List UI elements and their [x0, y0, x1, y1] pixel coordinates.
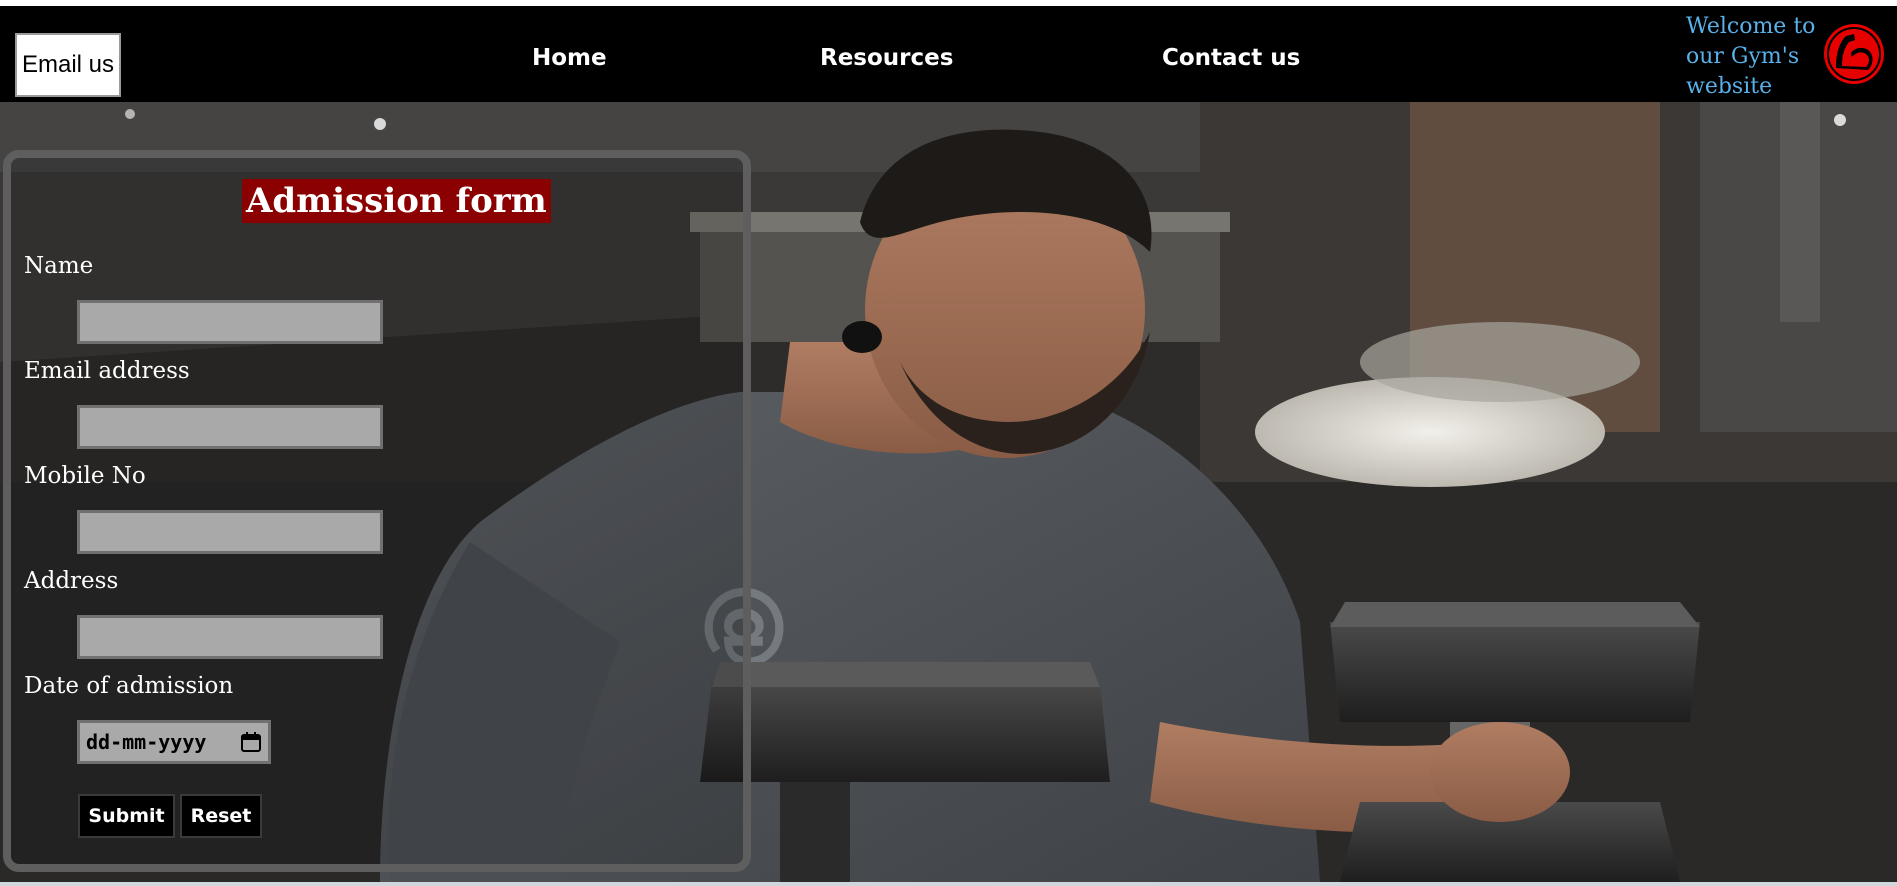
date-of-admission-input[interactable]: dd-mm-yyyy — [77, 720, 271, 764]
email-input[interactable] — [77, 405, 383, 449]
form-title: Admission form — [242, 179, 551, 223]
address-input[interactable] — [77, 615, 383, 659]
name-label: Name — [24, 253, 94, 279]
email-label: Email address — [24, 358, 190, 384]
reset-button[interactable]: Reset — [180, 794, 262, 838]
page: Email us Home Resources Contact us Welco… — [0, 0, 1897, 886]
flexed-bicep-icon — [1824, 24, 1884, 84]
address-label: Address — [24, 568, 119, 594]
top-navbar: Email us Home Resources Contact us Welco… — [0, 6, 1897, 102]
welcome-text: Welcome to our Gym's website — [1686, 14, 1816, 99]
name-input[interactable] — [77, 300, 383, 344]
page-bottom-border — [0, 882, 1897, 886]
calendar-icon[interactable] — [240, 731, 262, 753]
mobile-input[interactable] — [77, 510, 383, 554]
date-label: Date of admission — [24, 673, 234, 699]
submit-button[interactable]: Submit — [78, 794, 175, 838]
nav-home-link[interactable]: Home — [532, 42, 607, 74]
nav-resources-link[interactable]: Resources — [820, 42, 953, 74]
date-placeholder: dd-mm-yyyy — [86, 730, 207, 754]
nav-contact-link[interactable]: Contact us — [1162, 42, 1300, 74]
email-us-button[interactable]: Email us — [15, 33, 121, 97]
mobile-label: Mobile No — [24, 463, 146, 489]
